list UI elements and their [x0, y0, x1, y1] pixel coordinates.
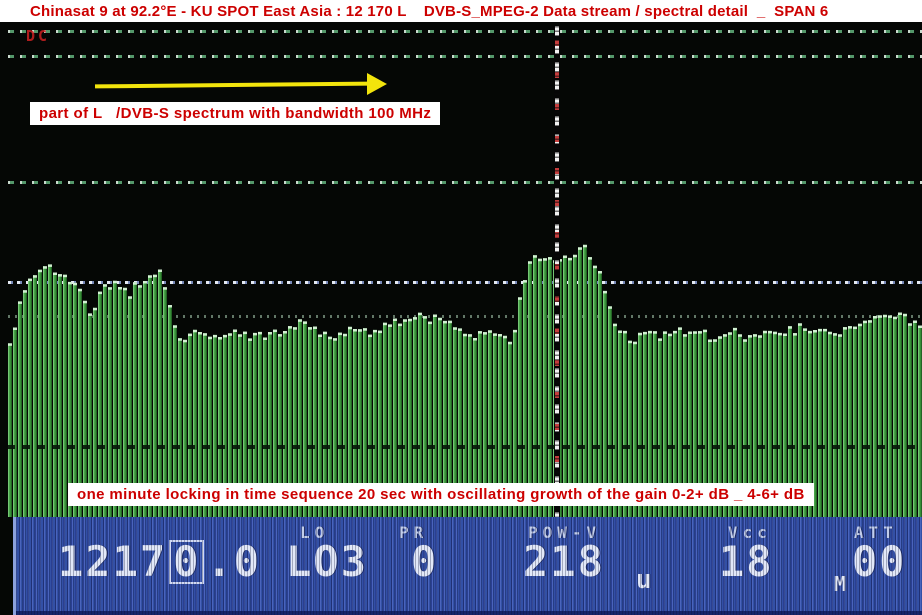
frequency-cursor-digit: 0 [169, 540, 204, 584]
arrow-shaft [95, 82, 369, 89]
page-title: Chinasat 9 at 92.2°E - KU SPOT East Asia… [0, 3, 828, 20]
att-value: 00 [852, 539, 907, 585]
frequency-readout: 12170.0 [58, 539, 261, 585]
annotation-bandwidth: part of L /DVB-S spectrum with bandwidth… [30, 102, 440, 125]
frequency-prefix: 1217 [58, 537, 167, 586]
lo-value: LO3 [286, 539, 368, 585]
dc-indicator: DC [26, 27, 50, 45]
sat-meter-screen: Chinasat 9 at 92.2°E - KU SPOT East Asia… [0, 0, 922, 615]
bandwidth-arrow [95, 72, 387, 96]
pow-v-unit: u [636, 557, 652, 603]
graticule-line [8, 445, 922, 449]
arrow-head-icon [367, 73, 387, 95]
frequency-suffix: .0 [206, 537, 261, 586]
vcc-value: 18 [719, 539, 774, 585]
pow-v-value: 218 [523, 539, 605, 585]
status-bar: 12170.0 LO LO3 PR 0 POW-V 218 u Vcc 18 A… [13, 517, 922, 615]
title-bar: Chinasat 9 at 92.2°E - KU SPOT East Asia… [0, 0, 922, 22]
att-mode-prefix: M [834, 561, 846, 607]
pr-value: 0 [411, 539, 438, 585]
annotation-locking: one minute locking in time sequence 20 s… [68, 483, 814, 506]
